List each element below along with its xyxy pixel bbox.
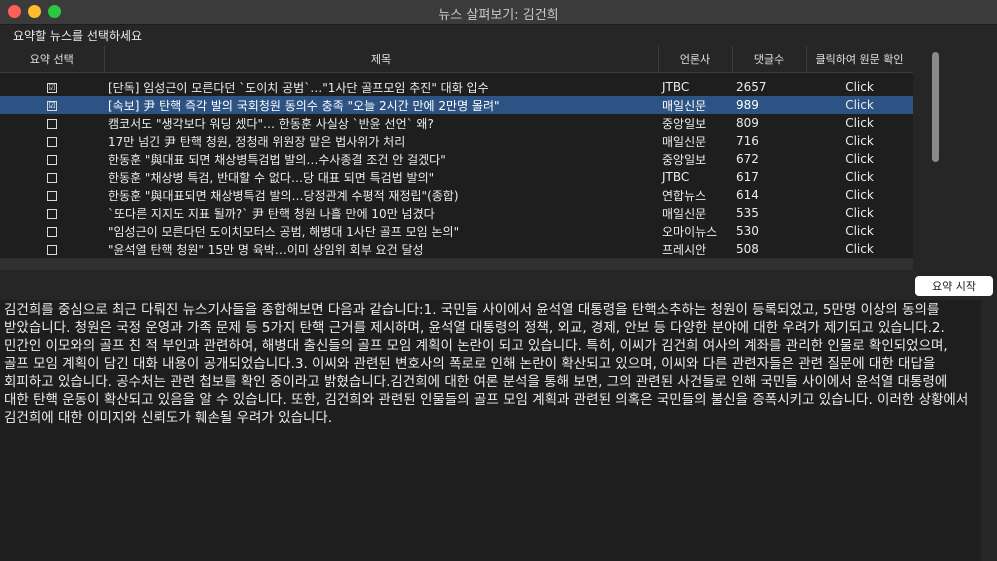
table-row[interactable]: `또다른 지지도 지표 될까?` 尹 탄핵 청원 나흘 만에 10만 넘겼다 매…: [0, 204, 913, 222]
news-publisher: JTBC: [662, 80, 690, 94]
table-row[interactable]: 17만 넘긴 尹 탄핵 청원, 정청래 위원장 맡은 법사위가 처리 매일신문 …: [0, 132, 913, 150]
news-title: `또다른 지지도 지표 될까?` 尹 탄핵 청원 나흘 만에 10만 넘겼다: [108, 206, 435, 221]
news-comment-count: 989: [732, 96, 806, 114]
news-comment-count: 617: [736, 170, 759, 184]
select-checkbox[interactable]: [47, 244, 57, 255]
window-title: 뉴스 살펴보기: 김건희: [438, 8, 559, 23]
select-checkbox[interactable]: [47, 190, 57, 201]
table-row[interactable]: 한동훈 "與대표되면 채상병특검 발의…당정관계 수평적 재정립"(종합) 연합…: [0, 186, 913, 204]
news-title: 한동훈 "與대표되면 채상병특검 발의…당정관계 수평적 재정립"(종합): [108, 188, 459, 203]
news-title: [속보] 尹 탄핵 즉각 발의 국회청원 동의수 충족 "오늘 2시간 만에 2…: [104, 96, 658, 114]
table-vertical-scrollbar[interactable]: [913, 46, 940, 270]
start-summary-button[interactable]: 요약 시작: [915, 276, 993, 296]
news-comment-count: 535: [736, 206, 759, 220]
select-checkbox[interactable]: [47, 172, 57, 183]
open-article-link[interactable]: Click: [845, 134, 874, 148]
news-table: 요약 선택 제목 언론사 댓글수 클릭하여 원문 확인 ☑ [단독] 임성근이 …: [0, 46, 913, 258]
news-publisher: 연합뉴스: [662, 188, 707, 203]
news-publisher: 중앙일보: [662, 116, 707, 131]
scrollbar-thumb[interactable]: [932, 52, 939, 162]
news-comment-count: 530: [736, 224, 759, 238]
news-publisher: 매일신문: [658, 96, 732, 114]
select-checkbox[interactable]: [47, 118, 57, 129]
header-title[interactable]: 제목: [104, 46, 659, 73]
news-publisher: 프레시안: [662, 242, 707, 257]
news-publisher: 오마이뉴스: [662, 224, 718, 239]
open-article-link[interactable]: Click: [845, 242, 874, 256]
open-article-link[interactable]: Click: [845, 80, 874, 94]
open-article-link[interactable]: Click: [845, 224, 874, 238]
news-title: 한동훈 "채상병 특검, 반대할 수 없다…당 대표 되면 특검법 발의": [108, 170, 435, 185]
news-publisher: 매일신문: [662, 206, 707, 221]
news-title: 17만 넘긴 尹 탄핵 청원, 정청래 위원장 맡은 법사위가 처리: [108, 134, 406, 149]
news-publisher: 매일신문: [662, 134, 707, 149]
news-comment-count: 2657: [736, 80, 767, 94]
header-publisher[interactable]: 언론사: [658, 46, 733, 73]
title-bar: 뉴스 살펴보기: 김건희: [0, 0, 997, 25]
select-checkbox[interactable]: [47, 154, 57, 165]
open-article-link[interactable]: Click: [845, 152, 874, 166]
header-link[interactable]: 클릭하여 원문 확인: [806, 46, 913, 73]
news-title: 캠코서도 "생각보다 워딩 셌다"… 한동훈 사실상 `반윤 선언` 왜?: [108, 116, 434, 131]
table-row[interactable]: 한동훈 "채상병 특검, 반대할 수 없다…당 대표 되면 특검법 발의" JT…: [0, 168, 913, 186]
news-comment-count: 672: [736, 152, 759, 166]
header-comments[interactable]: 댓글수: [732, 46, 807, 73]
news-title: "윤석열 탄핵 청원" 15만 명 육박…이미 상임위 회부 요건 달성: [108, 242, 424, 257]
news-publisher: JTBC: [662, 170, 690, 184]
select-checkbox[interactable]: [47, 226, 57, 237]
table-row[interactable]: ☑ [단독] 임성근이 모른다던 `도이치 공범`…"1사단 골프모임 추진" …: [0, 78, 913, 96]
table-row[interactable]: "윤석열 탄핵 청원" 15만 명 육박…이미 상임위 회부 요건 달성 프레시…: [0, 240, 913, 258]
open-article-link[interactable]: Click: [845, 98, 874, 112]
news-title: [단독] 임성근이 모른다던 `도이치 공범`…"1사단 골프모임 추진" 대화…: [108, 80, 489, 95]
summary-scrollbar[interactable]: [981, 300, 997, 561]
news-comment-count: 614: [736, 188, 759, 202]
table-row[interactable]: 한동훈 "與대표 되면 채상병특검법 발의…수사종결 조건 안 걸겠다" 중앙일…: [0, 150, 913, 168]
news-comment-count: 809: [736, 116, 759, 130]
summary-text-area[interactable]: 김건희를 중심으로 최근 다뤄진 뉴스기사들을 종합해보면 다음과 같습니다:1…: [0, 300, 981, 561]
table-row[interactable]: 캠코서도 "생각보다 워딩 셌다"… 한동훈 사실상 `반윤 선언` 왜? 중앙…: [0, 114, 913, 132]
select-checkbox[interactable]: [47, 136, 57, 147]
news-title: "임성근이 모른다던 도이치모터스 공범, 해병대 1사단 골프 모임 논의": [108, 224, 460, 239]
news-publisher: 중앙일보: [662, 152, 707, 167]
select-checkbox[interactable]: ☑: [47, 100, 57, 111]
table-row-selected[interactable]: ☑ [속보] 尹 탄핵 즉각 발의 국회청원 동의수 충족 "오늘 2시간 만에…: [0, 96, 913, 114]
open-article-link[interactable]: Click: [845, 116, 874, 130]
header-select[interactable]: 요약 선택: [0, 46, 105, 73]
open-article-link[interactable]: Click: [845, 206, 874, 220]
news-comment-count: 508: [736, 242, 759, 256]
news-title: 한동훈 "與대표 되면 채상병특검법 발의…수사종결 조건 안 걸겠다": [108, 152, 446, 167]
select-checkbox[interactable]: ☑: [47, 82, 57, 93]
open-article-link[interactable]: Click: [845, 170, 874, 184]
table-horizontal-scrollbar[interactable]: [0, 258, 913, 270]
table-header-row: 요약 선택 제목 언론사 댓글수 클릭하여 원문 확인: [0, 46, 913, 73]
select-checkbox[interactable]: [47, 208, 57, 219]
select-news-prompt: 요약할 뉴스를 선택하세요: [13, 29, 143, 43]
table-row[interactable]: "임성근이 모른다던 도이치모터스 공범, 해병대 1사단 골프 모임 논의" …: [0, 222, 913, 240]
open-article-link[interactable]: Click: [845, 188, 874, 202]
news-comment-count: 716: [736, 134, 759, 148]
